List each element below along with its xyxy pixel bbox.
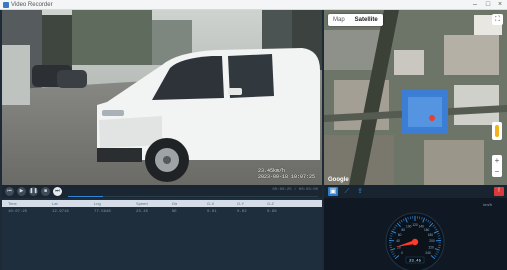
gauge-hub bbox=[411, 238, 419, 246]
video-frame bbox=[2, 10, 322, 185]
column-header-speed[interactable]: Speed bbox=[136, 200, 148, 207]
column-header-dir[interactable]: Dir bbox=[172, 200, 177, 207]
telemetry-table: Time Lat Lng Speed Dir G-X G-Y G-Z 10:07… bbox=[2, 198, 322, 270]
app-window: Video Recorder – □ × 23.45km/h 2023-09-1… bbox=[0, 0, 507, 270]
gauge-tick-label: 80 bbox=[402, 228, 406, 232]
playback-controls: ⏮ ▶ ❚❚ ■ ⏭ 00:00:25 / 00:03:00 bbox=[2, 185, 322, 198]
maximize-button[interactable]: □ bbox=[482, 0, 494, 10]
column-header-time[interactable]: Time bbox=[8, 200, 17, 207]
progress-fill bbox=[68, 196, 103, 197]
time-current: 00:00:25 bbox=[272, 188, 292, 192]
window-title: Video Recorder bbox=[11, 2, 53, 8]
pause-button[interactable]: ❚❚ bbox=[29, 187, 38, 196]
table-header: Time Lat Lng Speed Dir G-X G-Y G-Z bbox=[2, 200, 322, 207]
export-icon[interactable]: ⇪ bbox=[355, 187, 365, 196]
skip-back-button[interactable]: ⏮ bbox=[5, 187, 14, 196]
title-bar: Video Recorder – □ × bbox=[0, 0, 507, 10]
vehicle-location-marker bbox=[429, 115, 435, 121]
alert-icon[interactable]: ! bbox=[494, 187, 504, 196]
fullscreen-button[interactable]: ⛶ bbox=[492, 14, 503, 25]
speed-readout: 23.45 bbox=[409, 260, 422, 264]
gauge-tick-label: 160 bbox=[424, 228, 430, 232]
cell-gy: 0.02 bbox=[237, 210, 247, 214]
column-header-gx[interactable]: G-X bbox=[207, 200, 214, 207]
minimize-button[interactable]: – bbox=[469, 0, 481, 10]
route-icon[interactable]: ⟋ bbox=[342, 187, 352, 196]
cell-lat: 12.9716 bbox=[52, 210, 69, 214]
column-header-gz[interactable]: G-Z bbox=[267, 200, 274, 207]
column-header-lat[interactable]: Lat bbox=[52, 200, 58, 207]
skip-forward-button[interactable]: ⏭ bbox=[53, 187, 62, 196]
gauge-tick-label: 220 bbox=[428, 246, 434, 250]
map-attribution: Google bbox=[328, 177, 349, 183]
cell-gx: 0.01 bbox=[207, 210, 217, 214]
tab-satellite[interactable]: Satellite bbox=[350, 14, 383, 26]
column-header-lng[interactable]: Lng bbox=[94, 200, 101, 207]
zoom-out-button[interactable]: − bbox=[492, 166, 502, 177]
cell-dir: NE bbox=[172, 210, 177, 214]
playback-progress-bar[interactable] bbox=[68, 196, 318, 197]
speedometer-panel: km/h 0 20 40 60 80 100 120 140 160 180 200 220 240 23… bbox=[324, 198, 507, 270]
map-type-toggle: Map Satellite bbox=[328, 14, 383, 26]
zoom-in-button[interactable]: + bbox=[492, 155, 502, 166]
overlay-datetime: 2023-09-18 10:07:25 bbox=[258, 174, 316, 180]
column-header-gy[interactable]: G-Y bbox=[237, 200, 244, 207]
gauge-tick-label: 200 bbox=[429, 239, 435, 243]
panel-toolbar: ▣ ⟋ ⇪ ! bbox=[324, 185, 507, 198]
play-button[interactable]: ▶ bbox=[17, 187, 26, 196]
app-logo-icon bbox=[3, 2, 9, 8]
cell-gz: 0.98 bbox=[267, 210, 277, 214]
cell-time: 10:07:25 bbox=[8, 210, 28, 214]
gauge-tick-label: 100 bbox=[406, 224, 412, 228]
map-view[interactable]: Map Satellite ⛶ + − Google bbox=[324, 10, 507, 185]
playback-time: 00:00:25 / 00:03:00 bbox=[272, 188, 318, 192]
gauge-tick-label: 180 bbox=[428, 233, 434, 237]
table-row[interactable]: 10:07:25 12.9716 77.5946 23.45 NE 0.01 0… bbox=[2, 209, 322, 215]
stop-button[interactable]: ■ bbox=[41, 187, 50, 196]
cell-lng: 77.5946 bbox=[94, 210, 111, 214]
cell-speed: 23.45 bbox=[136, 210, 149, 214]
gauge-tick-label: 120 bbox=[412, 223, 418, 227]
speedometer-gauge: 020406080100 120 14016018020022024023.45 bbox=[385, 212, 445, 270]
gauge-tick-label: 0 bbox=[401, 251, 403, 255]
gauge-tick-label: 240 bbox=[425, 251, 431, 255]
street-view-pegman-icon[interactable] bbox=[492, 122, 502, 140]
video-view-icon[interactable]: ▣ bbox=[328, 187, 338, 196]
zoom-control: + − bbox=[492, 155, 502, 177]
gauge-tick-label: 60 bbox=[398, 233, 402, 237]
time-total: 00:03:00 bbox=[298, 188, 318, 192]
gauge-tick-label: 40 bbox=[396, 239, 400, 243]
video-player[interactable]: 23.45km/h 2023-09-18 10:07:25 bbox=[2, 10, 322, 185]
tab-map[interactable]: Map bbox=[328, 14, 350, 26]
satellite-imagery bbox=[324, 10, 507, 185]
close-button[interactable]: × bbox=[494, 0, 506, 10]
video-info-overlay: 23.45km/h 2023-09-18 10:07:25 bbox=[258, 168, 315, 180]
